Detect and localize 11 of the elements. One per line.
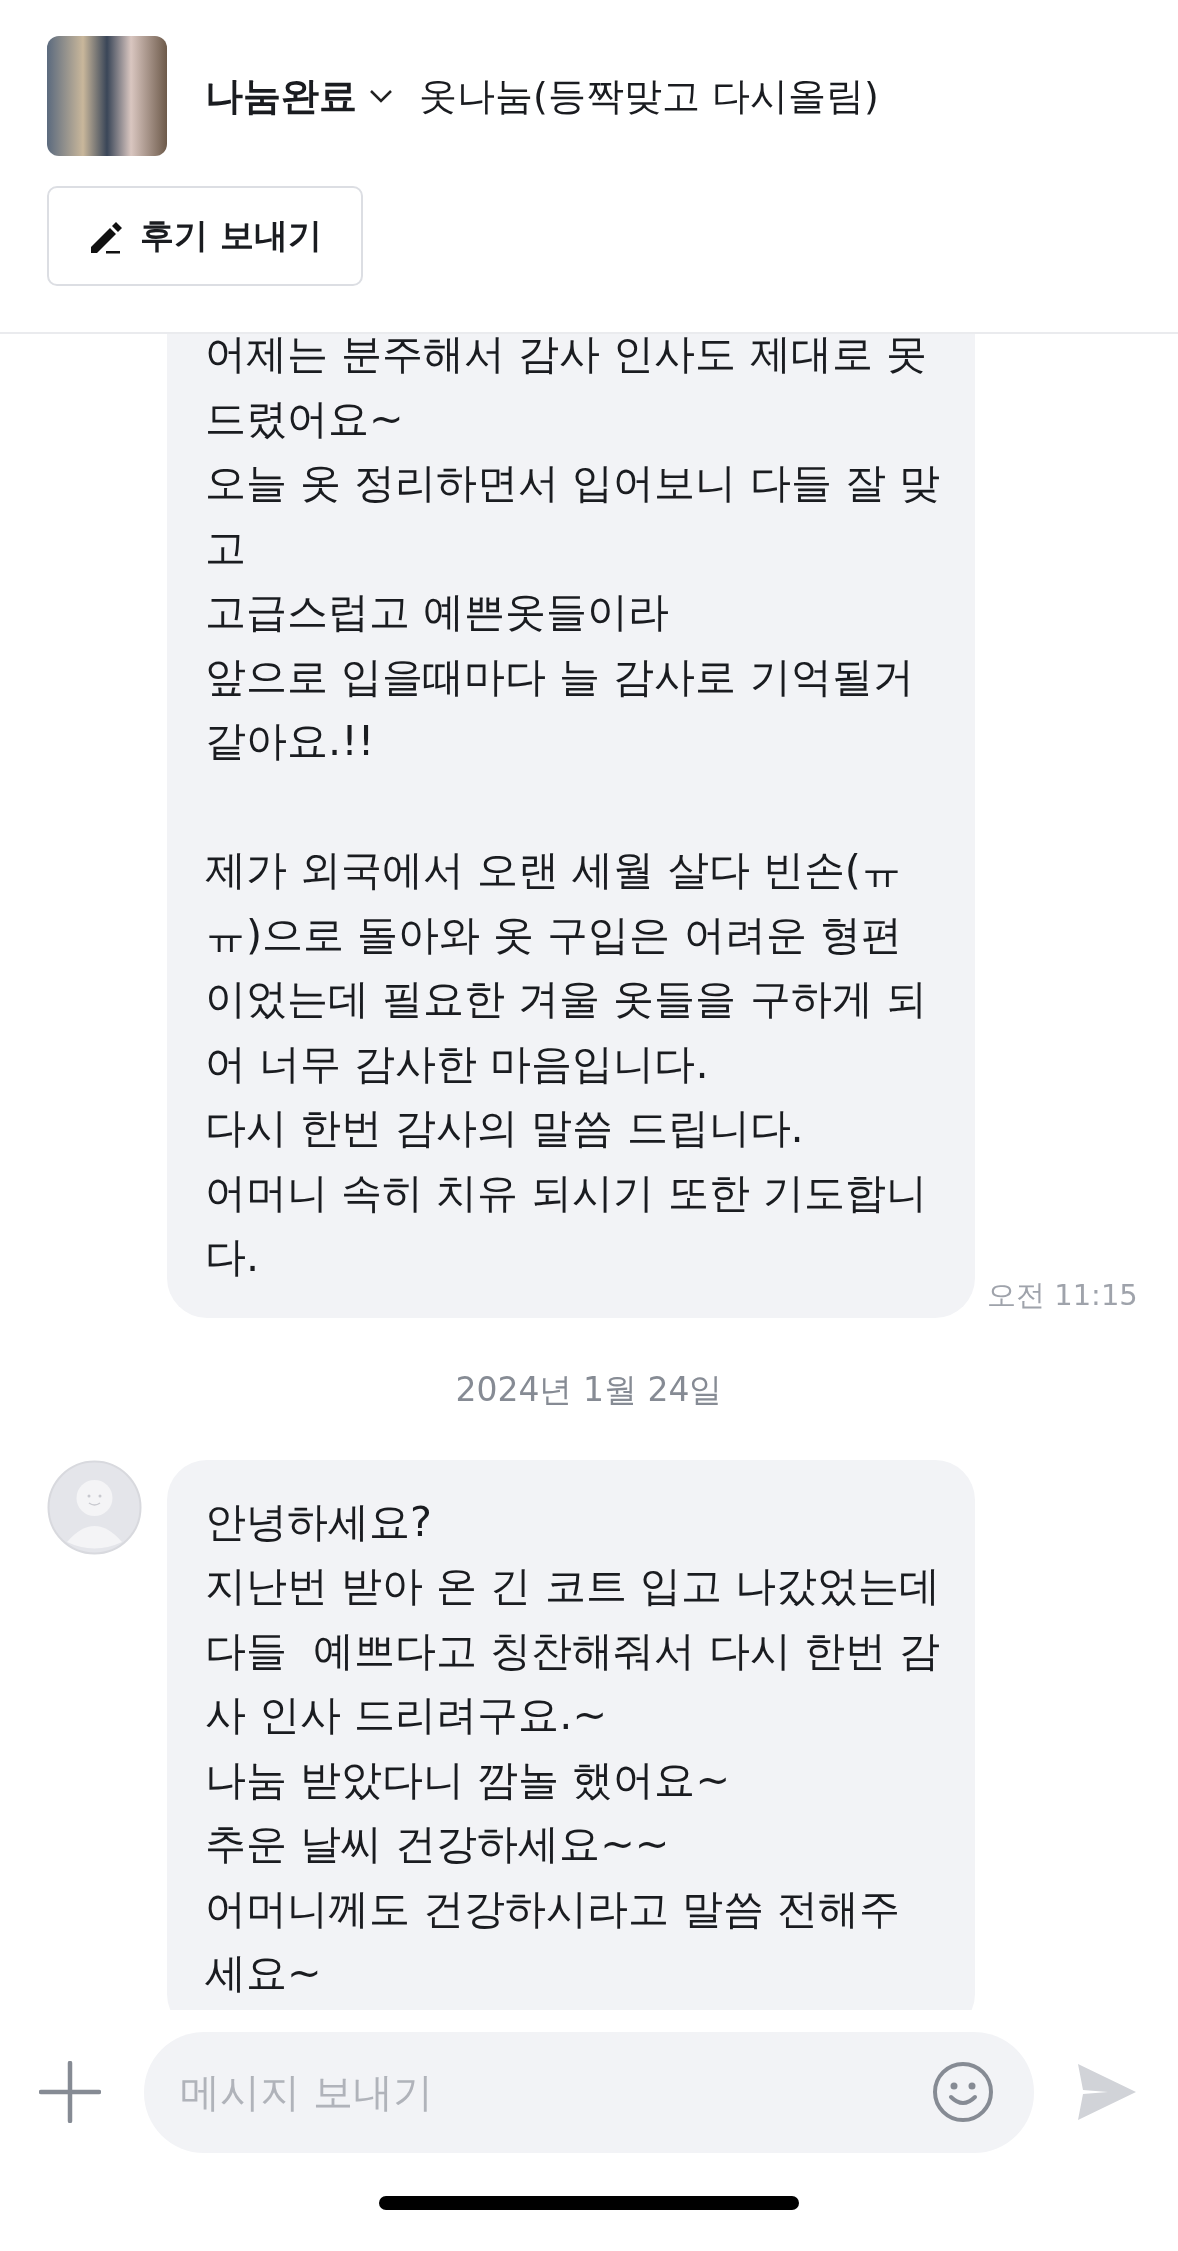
emoji-icon[interactable] <box>932 2060 994 2123</box>
message-bubble: 어제는 분주해서 감사 인사도 제대로 못 드렸어요~ 오늘 옷 정리하면서 입어보니 다들 잘 맞고 고급스럽고 예쁜옷들이라 앞으로 입을때마다 늘 감사로 기억될거 같아요.!! 제가 외국에서 오랜 세월 살다 빈손(ㅠㅠ)으로 돌아와 옷 구입은 어려운 형편이었는데 필요한 겨울 옷들을 구하게 되어 너무 감사한 마음입니다. 다시 한번 감사의 말씀 드립니다. 어머니 속히 치유 되시기 또한 기도합니다. <box>167 334 975 1318</box>
plus-icon[interactable] <box>39 2061 101 2123</box>
caret-icon <box>369 89 393 103</box>
review-button[interactable]: 후기 보내기 <box>47 186 363 286</box>
message-input[interactable]: 메시지 보내기 <box>144 2031 1034 2153</box>
status-dropdown[interactable]: 나눔완료 <box>205 70 393 122</box>
message-time: 오전 11:15 <box>987 1276 1138 1314</box>
message-bubble: 안녕하세요? 지난번 받아 온 긴 코트 입고 나갔었는데 다들 예쁘다고 칭찬해줘서 다시 한번 감사 인사 드리려구요.~ 나눔 받았다니 깜놀 했어요~ 추운 날씨 건강하세요~~ 어머니께도 건강하시라고 말씀 전해주세요~ <box>167 1459 975 2010</box>
date-separator: 2024년 1월 24일 <box>455 1369 724 1410</box>
post-title: 옷나눔(등짝맞고 다시올림) <box>419 72 879 120</box>
